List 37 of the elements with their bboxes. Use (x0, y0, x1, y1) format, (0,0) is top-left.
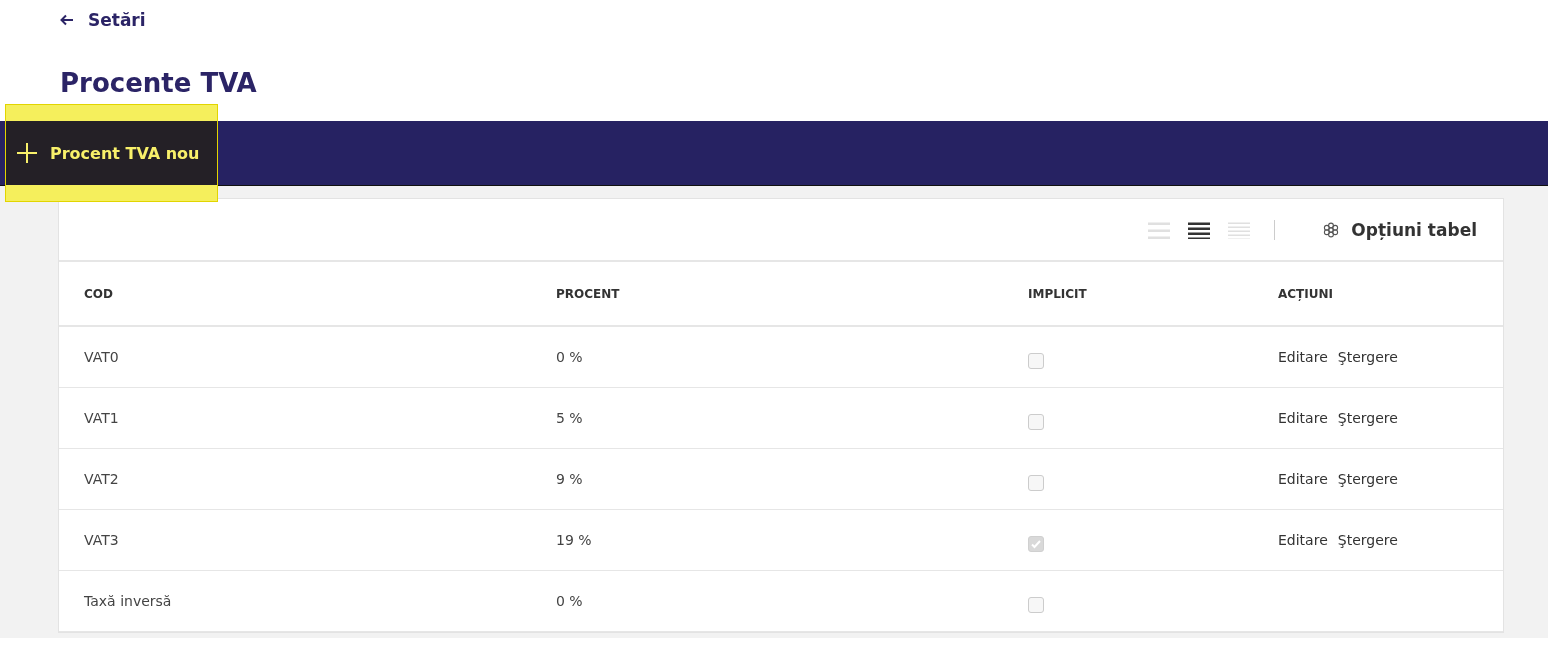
density-compact-button[interactable] (1148, 220, 1171, 239)
edit-link[interactable]: Editare (1278, 410, 1328, 426)
checkbox[interactable] (1028, 353, 1044, 369)
table-cell: VAT0 (59, 326, 531, 388)
back-link[interactable]: Setări (60, 10, 146, 30)
column-header: IMPLICIT (1003, 262, 1253, 326)
edit-link[interactable]: Editare (1278, 532, 1328, 548)
table-cell: VAT1 (59, 387, 531, 449)
checkbox[interactable] (1028, 414, 1044, 430)
edit-link[interactable]: Editare (1278, 349, 1328, 365)
checkbox[interactable] (1028, 536, 1044, 552)
table-cell: 9 % (531, 448, 1003, 510)
column-header: PROCENT (531, 262, 1003, 326)
column-header: ACȚIUNI (1253, 262, 1503, 326)
table-cell: 0 % (531, 570, 1003, 632)
table-cell: 5 % (531, 387, 1003, 449)
delete-link[interactable]: Ştergere (1337, 410, 1398, 426)
table-cell: VAT3 (59, 509, 531, 571)
new-vat-button[interactable]: Procent TVA nou (6, 121, 217, 185)
column-header: COD (59, 262, 531, 326)
density-comfortable-button[interactable] (1228, 220, 1251, 239)
table-options-button[interactable]: Opțiuni tabel (1317, 218, 1483, 241)
density-normal-button[interactable] (1188, 220, 1211, 239)
settings-icon (1323, 221, 1340, 238)
delete-link[interactable]: Ştergere (1337, 532, 1398, 548)
table-cell: VAT2 (59, 448, 531, 510)
delete-link[interactable]: Ştergere (1337, 349, 1398, 365)
plus-icon (16, 142, 38, 164)
page-title: Procente TVA (60, 67, 258, 100)
checkbox[interactable] (1028, 475, 1044, 491)
table-cell: Taxă inversă (59, 570, 531, 632)
delete-link[interactable]: Ştergere (1337, 471, 1398, 487)
edit-link[interactable]: Editare (1278, 471, 1328, 487)
table-cell: 0 % (531, 326, 1003, 388)
back-arrow-icon (60, 14, 74, 26)
checkbox[interactable] (1028, 597, 1044, 613)
table-cell: 19 % (531, 509, 1003, 571)
